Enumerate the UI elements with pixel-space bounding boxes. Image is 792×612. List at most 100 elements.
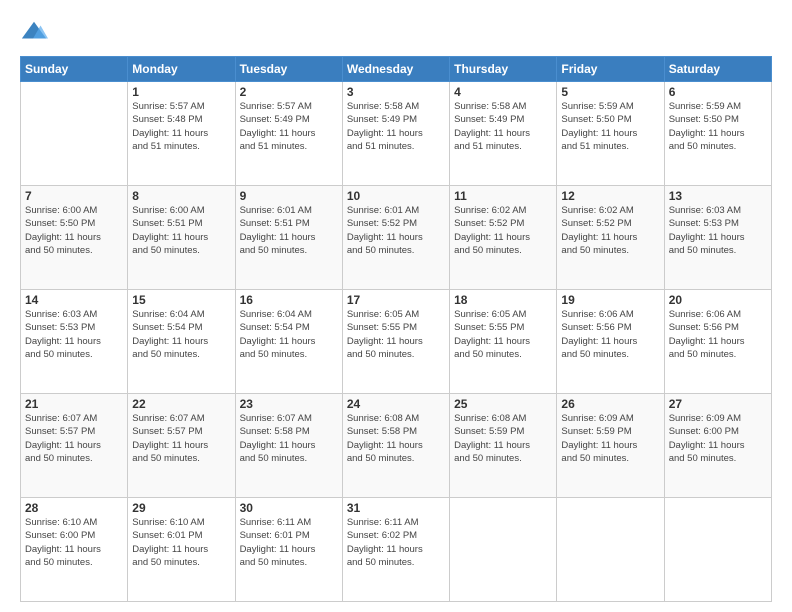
- day-number: 15: [132, 293, 230, 307]
- day-info: Sunrise: 6:04 AM Sunset: 5:54 PM Dayligh…: [132, 308, 230, 361]
- day-info: Sunrise: 6:05 AM Sunset: 5:55 PM Dayligh…: [347, 308, 445, 361]
- calendar-day-cell: 10Sunrise: 6:01 AM Sunset: 5:52 PM Dayli…: [342, 186, 449, 290]
- calendar-day-cell: [664, 498, 771, 602]
- calendar-day-header: Monday: [128, 57, 235, 82]
- calendar-day-cell: [557, 498, 664, 602]
- day-info: Sunrise: 6:08 AM Sunset: 5:59 PM Dayligh…: [454, 412, 552, 465]
- calendar-day-header: Wednesday: [342, 57, 449, 82]
- day-number: 2: [240, 85, 338, 99]
- calendar-day-cell: 25Sunrise: 6:08 AM Sunset: 5:59 PM Dayli…: [450, 394, 557, 498]
- day-number: 30: [240, 501, 338, 515]
- day-info: Sunrise: 6:06 AM Sunset: 5:56 PM Dayligh…: [669, 308, 767, 361]
- calendar-day-cell: 5Sunrise: 5:59 AM Sunset: 5:50 PM Daylig…: [557, 82, 664, 186]
- day-info: Sunrise: 6:07 AM Sunset: 5:57 PM Dayligh…: [132, 412, 230, 465]
- calendar-day-cell: 6Sunrise: 5:59 AM Sunset: 5:50 PM Daylig…: [664, 82, 771, 186]
- calendar-day-cell: [450, 498, 557, 602]
- calendar-day-cell: 17Sunrise: 6:05 AM Sunset: 5:55 PM Dayli…: [342, 290, 449, 394]
- calendar-day-cell: 12Sunrise: 6:02 AM Sunset: 5:52 PM Dayli…: [557, 186, 664, 290]
- day-info: Sunrise: 5:59 AM Sunset: 5:50 PM Dayligh…: [561, 100, 659, 153]
- day-number: 29: [132, 501, 230, 515]
- calendar-day-header: Friday: [557, 57, 664, 82]
- calendar-day-cell: 27Sunrise: 6:09 AM Sunset: 6:00 PM Dayli…: [664, 394, 771, 498]
- calendar-day-cell: 28Sunrise: 6:10 AM Sunset: 6:00 PM Dayli…: [21, 498, 128, 602]
- day-number: 25: [454, 397, 552, 411]
- day-number: 11: [454, 189, 552, 203]
- calendar-day-cell: 30Sunrise: 6:11 AM Sunset: 6:01 PM Dayli…: [235, 498, 342, 602]
- calendar-day-cell: 19Sunrise: 6:06 AM Sunset: 5:56 PM Dayli…: [557, 290, 664, 394]
- calendar-day-cell: 1Sunrise: 5:57 AM Sunset: 5:48 PM Daylig…: [128, 82, 235, 186]
- calendar-day-cell: 18Sunrise: 6:05 AM Sunset: 5:55 PM Dayli…: [450, 290, 557, 394]
- day-number: 6: [669, 85, 767, 99]
- day-info: Sunrise: 6:10 AM Sunset: 6:00 PM Dayligh…: [25, 516, 123, 569]
- calendar-week-row: 14Sunrise: 6:03 AM Sunset: 5:53 PM Dayli…: [21, 290, 772, 394]
- day-info: Sunrise: 6:03 AM Sunset: 5:53 PM Dayligh…: [25, 308, 123, 361]
- calendar-header-row: SundayMondayTuesdayWednesdayThursdayFrid…: [21, 57, 772, 82]
- day-number: 14: [25, 293, 123, 307]
- calendar-week-row: 7Sunrise: 6:00 AM Sunset: 5:50 PM Daylig…: [21, 186, 772, 290]
- calendar-day-cell: 22Sunrise: 6:07 AM Sunset: 5:57 PM Dayli…: [128, 394, 235, 498]
- calendar-day-cell: 29Sunrise: 6:10 AM Sunset: 6:01 PM Dayli…: [128, 498, 235, 602]
- calendar-day-header: Thursday: [450, 57, 557, 82]
- day-number: 1: [132, 85, 230, 99]
- header: [20, 18, 772, 46]
- day-info: Sunrise: 6:10 AM Sunset: 6:01 PM Dayligh…: [132, 516, 230, 569]
- day-number: 19: [561, 293, 659, 307]
- calendar-week-row: 21 Sunrise: 6:07 AM Sunset: 5:57 PM Dayli…: [21, 394, 772, 498]
- day-number: 20: [669, 293, 767, 307]
- day-number: 10: [347, 189, 445, 203]
- day-info: Sunrise: 5:59 AM Sunset: 5:50 PM Dayligh…: [669, 100, 767, 153]
- day-info: Sunrise: 6:02 AM Sunset: 5:52 PM Dayligh…: [561, 204, 659, 257]
- day-info: Sunrise: 5:58 AM Sunset: 5:49 PM Dayligh…: [454, 100, 552, 153]
- calendar-day-cell: 7Sunrise: 6:00 AM Sunset: 5:50 PM Daylig…: [21, 186, 128, 290]
- day-number: 28: [25, 501, 123, 515]
- day-info: Sunrise: 6:01 AM Sunset: 5:51 PM Dayligh…: [240, 204, 338, 257]
- day-number: 8: [132, 189, 230, 203]
- calendar-day-cell: 11Sunrise: 6:02 AM Sunset: 5:52 PM Dayli…: [450, 186, 557, 290]
- day-info: Sunrise: 6:04 AM Sunset: 5:54 PM Dayligh…: [240, 308, 338, 361]
- calendar-day-cell: 9Sunrise: 6:01 AM Sunset: 5:51 PM Daylig…: [235, 186, 342, 290]
- day-number: 3: [347, 85, 445, 99]
- day-number: 23: [240, 397, 338, 411]
- calendar-day-cell: 24Sunrise: 6:08 AM Sunset: 5:58 PM Dayli…: [342, 394, 449, 498]
- day-info: Sunrise: 6:09 AM Sunset: 5:59 PM Dayligh…: [561, 412, 659, 465]
- day-number: 31: [347, 501, 445, 515]
- calendar-day-cell: 31Sunrise: 6:11 AM Sunset: 6:02 PM Dayli…: [342, 498, 449, 602]
- day-info: Sunrise: 6:11 AM Sunset: 6:02 PM Dayligh…: [347, 516, 445, 569]
- logo: [20, 18, 52, 46]
- calendar-day-cell: 3Sunrise: 5:58 AM Sunset: 5:49 PM Daylig…: [342, 82, 449, 186]
- day-info: Sunrise: 6:01 AM Sunset: 5:52 PM Dayligh…: [347, 204, 445, 257]
- day-info: Sunrise: 6:02 AM Sunset: 5:52 PM Dayligh…: [454, 204, 552, 257]
- calendar-day-cell: 13Sunrise: 6:03 AM Sunset: 5:53 PM Dayli…: [664, 186, 771, 290]
- day-number: 7: [25, 189, 123, 203]
- day-number: 18: [454, 293, 552, 307]
- day-info: Sunrise: 6:06 AM Sunset: 5:56 PM Dayligh…: [561, 308, 659, 361]
- calendar-day-cell: 15Sunrise: 6:04 AM Sunset: 5:54 PM Dayli…: [128, 290, 235, 394]
- day-info: Sunrise: 6:07 AM Sunset: 5:58 PM Dayligh…: [240, 412, 338, 465]
- calendar-page: SundayMondayTuesdayWednesdayThursdayFrid…: [0, 0, 792, 612]
- day-number: 16: [240, 293, 338, 307]
- day-info: Sunrise: 6:05 AM Sunset: 5:55 PM Dayligh…: [454, 308, 552, 361]
- calendar-day-cell: 21Sunrise: 6:07 AM Sunset: 5:57 PM Dayli…: [21, 394, 128, 498]
- day-number: 9: [240, 189, 338, 203]
- day-number: 22: [132, 397, 230, 411]
- day-number: 5: [561, 85, 659, 99]
- day-number: 26: [561, 397, 659, 411]
- day-number: 13: [669, 189, 767, 203]
- day-info: Sunrise: 6:03 AM Sunset: 5:53 PM Dayligh…: [669, 204, 767, 257]
- calendar-week-row: 28Sunrise: 6:10 AM Sunset: 6:00 PM Dayli…: [21, 498, 772, 602]
- day-info: Sunrise: 6:11 AM Sunset: 6:01 PM Dayligh…: [240, 516, 338, 569]
- day-number: 12: [561, 189, 659, 203]
- day-number: 21: [25, 397, 123, 411]
- calendar-table: SundayMondayTuesdayWednesdayThursdayFrid…: [20, 56, 772, 602]
- calendar-day-cell: 14Sunrise: 6:03 AM Sunset: 5:53 PM Dayli…: [21, 290, 128, 394]
- calendar-day-cell: [21, 82, 128, 186]
- day-number: 17: [347, 293, 445, 307]
- day-info: Sunrise: 6:09 AM Sunset: 6:00 PM Dayligh…: [669, 412, 767, 465]
- day-info: Sunrise: 5:57 AM Sunset: 5:48 PM Dayligh…: [132, 100, 230, 153]
- calendar-day-cell: 2Sunrise: 5:57 AM Sunset: 5:49 PM Daylig…: [235, 82, 342, 186]
- day-number: 24: [347, 397, 445, 411]
- calendar-day-cell: 4Sunrise: 5:58 AM Sunset: 5:49 PM Daylig…: [450, 82, 557, 186]
- calendar-day-header: Sunday: [21, 57, 128, 82]
- day-info: Sunrise: 5:58 AM Sunset: 5:49 PM Dayligh…: [347, 100, 445, 153]
- calendar-day-cell: 8Sunrise: 6:00 AM Sunset: 5:51 PM Daylig…: [128, 186, 235, 290]
